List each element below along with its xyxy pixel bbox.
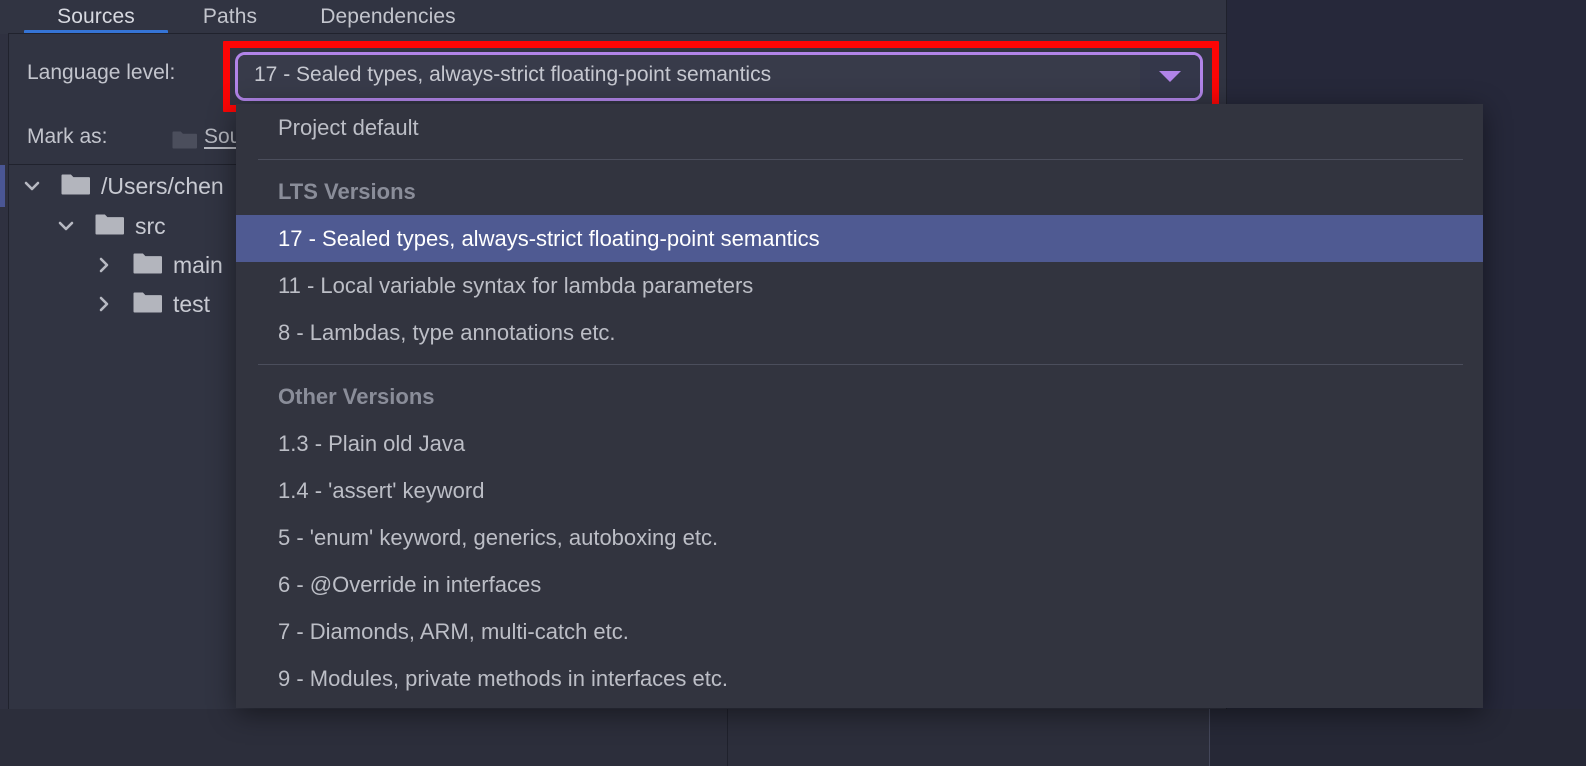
tab-paths[interactable]: Paths (176, 0, 284, 34)
screen: Sources Paths Dependencies Language leve… (0, 0, 1586, 766)
mark-as-label: Mark as: (27, 125, 108, 148)
folder-icon (95, 213, 124, 240)
folder-icon (172, 130, 197, 149)
tab-bar: Sources Paths Dependencies (0, 0, 1227, 34)
language-level-label: Language level: (27, 61, 176, 84)
tab-sources[interactable]: Sources (20, 0, 172, 34)
dropdown-item[interactable]: 5 - 'enum' keyword, generics, autoboxing… (236, 514, 1483, 561)
dropdown-item[interactable]: 17 - Sealed types, always-strict floatin… (236, 215, 1483, 262)
dropdown-item[interactable]: 11 - Local variable syntax for lambda pa… (236, 262, 1483, 309)
chevron-down-icon[interactable] (19, 173, 45, 199)
tree-row-root[interactable]: /Users/chen (19, 165, 224, 207)
dropdown-separator (258, 364, 1463, 365)
dropdown-item[interactable]: 1.3 - Plain old Java (236, 420, 1483, 467)
tree-row-main[interactable]: main (91, 244, 223, 286)
chevron-down-icon[interactable] (53, 213, 79, 239)
tree-row-root-label: /Users/chen (101, 172, 224, 199)
dropdown-section-header: LTS Versions (278, 178, 416, 204)
dropdown-item[interactable]: 9 - Modules, private methods in interfac… (236, 655, 1483, 702)
dropdown-item[interactable]: 10 - Local variable type inference (236, 702, 1483, 708)
tab-bar-border (8, 33, 1227, 34)
tree-row-src[interactable]: src (53, 205, 166, 247)
dropdown-item[interactable]: 6 - @Override in interfaces (236, 561, 1483, 608)
tree-row-main-label: main (173, 251, 223, 278)
tree-row-test[interactable]: test (91, 283, 210, 325)
tab-paths-label: Paths (202, 5, 258, 28)
tab-dependencies[interactable]: Dependencies (288, 0, 488, 34)
language-level-dropdown[interactable]: Project default LTS Versions 17 - Sealed t… (236, 104, 1483, 708)
dropdown-section-header: Other Versions (278, 383, 435, 409)
dropdown-item[interactable]: 8 - Lambdas, type annotations etc. (236, 309, 1483, 356)
tree-row-test-label: test (173, 290, 211, 317)
folder-icon (133, 291, 162, 318)
ide-background-bottom-right (1210, 709, 1586, 766)
language-level-value: 17 - Sealed types, always-strict floatin… (254, 63, 772, 86)
tab-sources-label: Sources (57, 5, 135, 28)
dropdown-item[interactable]: Project default (236, 104, 1483, 151)
chevron-down-icon[interactable] (1159, 71, 1181, 82)
tree-selection-indicator (0, 165, 5, 207)
tree-row-src-label: src (135, 212, 166, 239)
bottom-panel-divider-left (727, 709, 728, 766)
bottom-panel-divider-right (1209, 709, 1210, 766)
folder-icon (133, 252, 162, 279)
chevron-right-icon[interactable] (91, 252, 117, 278)
dropdown-item[interactable]: 1.4 - 'assert' keyword (236, 467, 1483, 514)
folder-icon (61, 173, 90, 200)
chevron-right-icon[interactable] (91, 291, 117, 317)
dialog-left-gutter (0, 30, 8, 709)
dropdown-separator (258, 159, 1463, 160)
tab-dependencies-label: Dependencies (320, 5, 456, 28)
dropdown-item[interactable]: 7 - Diamonds, ARM, multi-catch etc. (236, 608, 1483, 655)
